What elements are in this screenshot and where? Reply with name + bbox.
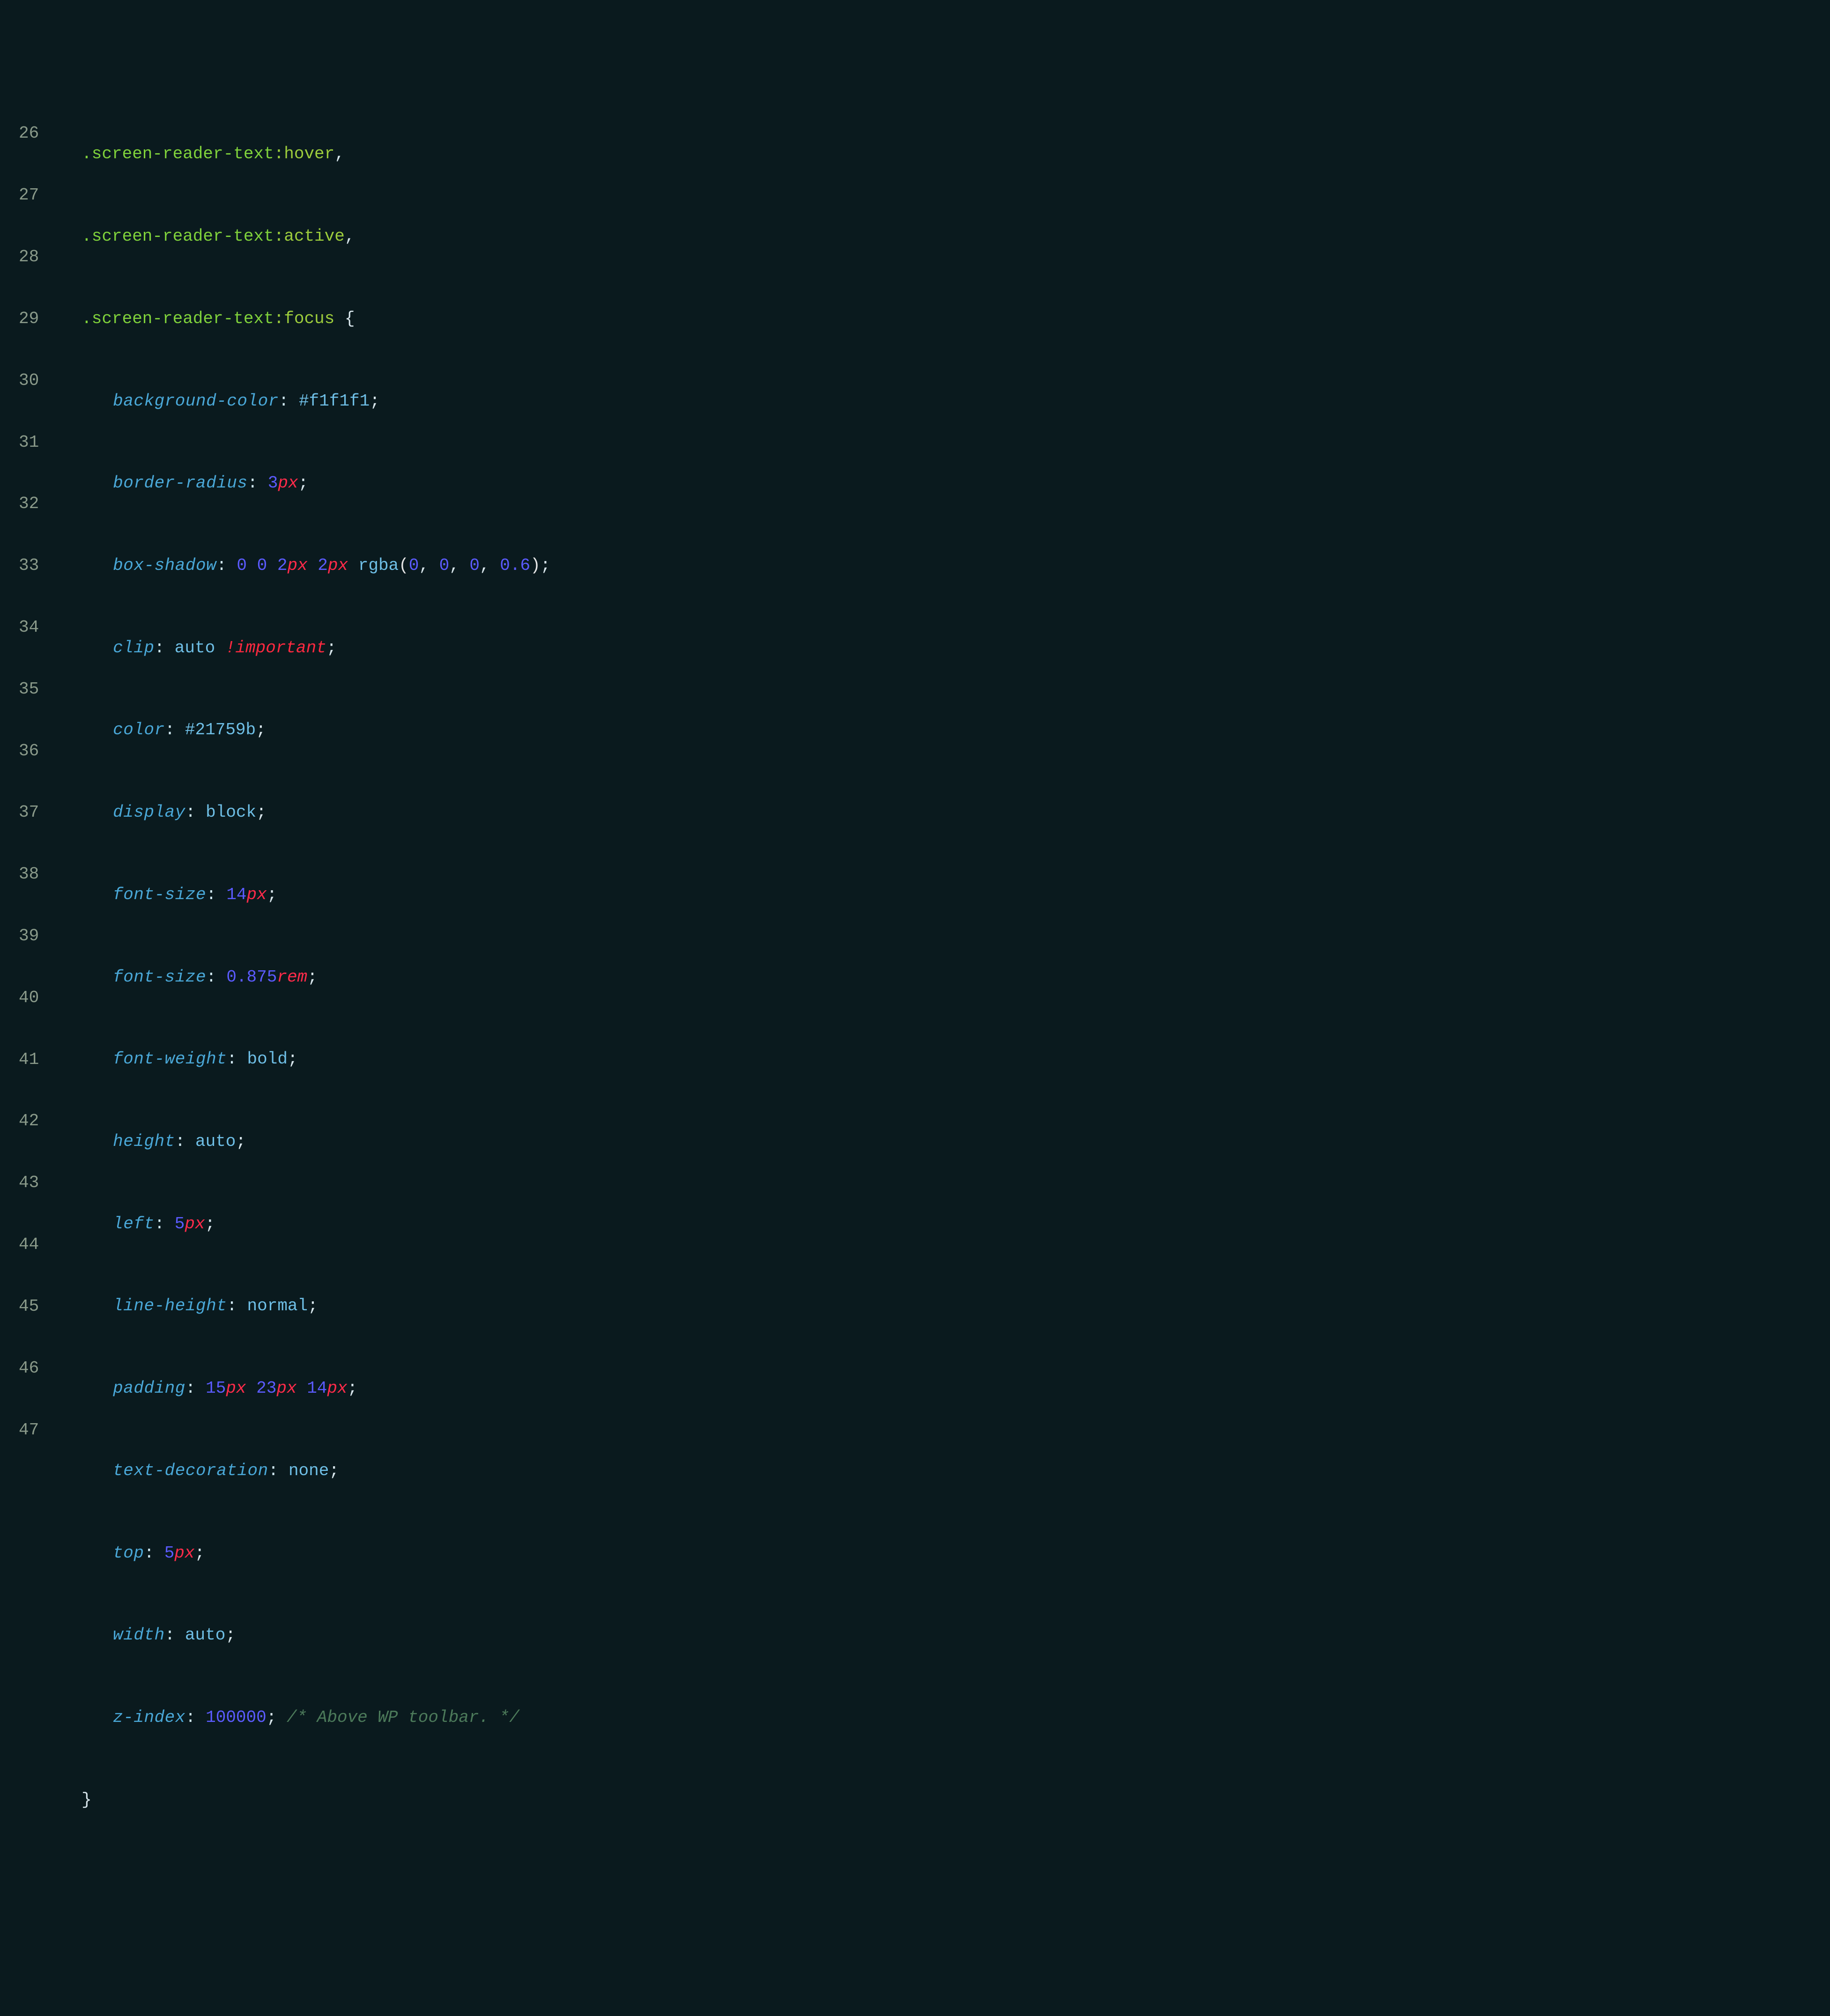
line-number: 34 [19,617,39,638]
code-line[interactable]: font-size: 14px; [70,885,1830,905]
line-number: 32 [19,494,39,514]
css-property: height [113,1131,175,1152]
css-selector: .screen-reader-text [81,226,274,247]
code-line[interactable]: display: block; [70,802,1830,823]
line-number: 28 [19,247,39,267]
line-number: 27 [19,185,39,206]
css-hex-value: #f1f1f1 [299,391,370,412]
line-number: 42 [19,1111,39,1131]
line-number: 43 [19,1173,39,1193]
line-number: 37 [19,802,39,823]
code-line[interactable]: } [70,1790,1830,1810]
code-line[interactable]: color: #21759b; [70,720,1830,740]
line-number: 26 [19,123,39,144]
css-property: display [113,802,185,823]
css-value: none [289,1461,329,1481]
code-line[interactable]: padding: 15px 23px 14px; [70,1378,1830,1399]
line-number: 36 [19,741,39,761]
css-property: font-weight [113,1049,227,1070]
css-pseudo: :active [274,226,345,247]
code-line[interactable]: line-height: normal; [70,1296,1830,1316]
css-value: bold [247,1049,288,1070]
css-property: clip [113,638,154,658]
comma: , [334,144,345,164]
css-value: block [206,802,256,823]
css-comment: /* Above WP toolbar. */ [287,1707,519,1728]
line-number: 39 [19,926,39,946]
code-line[interactable]: background-color: #f1f1f1; [70,391,1830,412]
line-number: 41 [19,1049,39,1070]
open-brace: { [334,309,355,329]
css-property: box-shadow [113,555,216,576]
colon: : [279,391,289,412]
code-line[interactable]: width: auto; [70,1625,1830,1646]
close-brace: } [81,1790,92,1810]
code-line[interactable]: top: 5px; [70,1543,1830,1564]
css-property: line-height [113,1296,227,1316]
line-number: 38 [19,864,39,885]
line-number: 30 [19,370,39,391]
code-line[interactable] [70,1872,1830,1892]
css-pseudo: :focus [274,309,335,329]
css-value: auto [195,1131,236,1152]
css-value: auto [175,638,215,658]
css-property: width [113,1625,165,1646]
css-property: left [113,1214,154,1234]
css-property: color [113,720,165,740]
line-number: 29 [19,309,39,329]
css-important: !important [225,638,326,658]
line-number: 47 [19,1420,39,1440]
css-property: font-size [113,885,206,905]
code-editor[interactable]: 26 27 28 29 30 31 32 33 34 35 36 37 38 3… [0,82,1830,1934]
code-area[interactable]: .screen-reader-text:hover, .screen-reade… [70,82,1830,1934]
css-property: z-index [113,1707,185,1728]
css-property: top [113,1543,144,1564]
code-line[interactable]: .screen-reader-text:hover, [70,144,1830,164]
code-line[interactable]: .screen-reader-text:active, [70,226,1830,247]
css-function: rgba [358,555,399,576]
line-number: 40 [19,988,39,1008]
line-number: 45 [19,1296,39,1317]
css-unit: px [278,473,298,494]
line-number: 35 [19,679,39,700]
css-property: font-size [113,967,206,988]
code-line[interactable]: clip: auto !important; [70,638,1830,658]
line-number: 46 [19,1358,39,1379]
semicolon: ; [370,391,380,412]
line-number: 33 [19,555,39,576]
code-line[interactable]: text-decoration: none; [70,1461,1830,1481]
code-line[interactable]: font-weight: bold; [70,1049,1830,1070]
line-number-gutter: 26 27 28 29 30 31 32 33 34 35 36 37 38 3… [0,82,70,1934]
css-property: text-decoration [113,1461,268,1481]
code-line[interactable]: left: 5px; [70,1214,1830,1234]
code-line[interactable]: height: auto; [70,1131,1830,1152]
code-line[interactable]: border-radius: 3px; [70,473,1830,494]
comma: , [345,226,355,247]
css-property: padding [113,1378,185,1399]
code-line[interactable]: font-size: 0.875rem; [70,967,1830,988]
css-value: auto [185,1625,225,1646]
css-selector: .screen-reader-text [81,144,274,164]
line-number: 31 [19,432,39,453]
code-line[interactable]: box-shadow: 0 0 2px 2px rgba(0, 0, 0, 0.… [70,555,1830,576]
css-number: 3 [268,473,278,494]
code-line[interactable]: z-index: 100000; /* Above WP toolbar. */ [70,1707,1830,1728]
css-value: normal [247,1296,308,1316]
close-paren: ) [530,555,541,576]
css-hex-value: #21759b [185,720,256,740]
css-property: background-color [113,391,279,412]
css-selector: .screen-reader-text [81,309,274,329]
open-paren: ( [399,555,409,576]
line-number: 44 [19,1234,39,1255]
css-property: border-radius [113,473,247,494]
css-pseudo: :hover [274,144,335,164]
code-line[interactable]: .screen-reader-text:focus { [70,309,1830,329]
